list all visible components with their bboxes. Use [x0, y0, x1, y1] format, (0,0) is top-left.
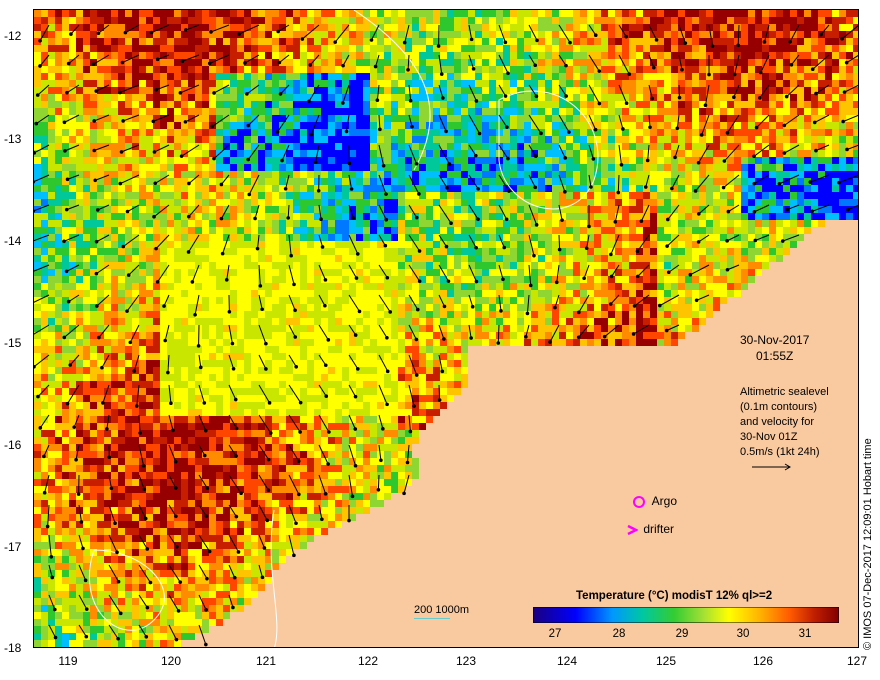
credit-text: © IMOS 07-Dec-2017 12:09:01 Hobart time [862, 438, 874, 650]
colorbar-tick: 29 [675, 628, 689, 640]
colorbar-tick: 28 [612, 628, 626, 640]
y-tick-label: -13 [4, 132, 22, 146]
x-tick-label: 120 [160, 654, 182, 668]
colorbar-tick: 30 [736, 628, 750, 640]
argo-legend: Argo [633, 494, 677, 508]
drifter-legend: drifter [626, 522, 674, 536]
x-tick-label: 119 [58, 654, 78, 668]
timestamp: 30-Nov-2017 01:55Z [740, 332, 809, 364]
colorbar-title: Temperature (°C) modisT 12% ql>=2 [576, 590, 773, 602]
x-tick-label: 123 [455, 654, 477, 668]
y-tick-label: -14 [4, 234, 22, 248]
colorbar-tick: 27 [548, 628, 562, 640]
timestamp-time: 01:55Z [756, 349, 794, 363]
drifter-chevron-icon [627, 524, 639, 535]
altimetry-note-line: 0.5m/s (1kt 24h) [740, 446, 820, 458]
sst-map [33, 9, 859, 648]
x-tick-label: 122 [357, 654, 379, 668]
y-tick-label: -18 [4, 641, 22, 655]
colorbar-tick: 31 [798, 628, 812, 640]
temperature-colorbar [533, 607, 839, 623]
altimetry-note: Altimetric sealevel (0.1m contours) and … [740, 385, 829, 477]
y-tick-label: -15 [4, 336, 22, 350]
sst-field [34, 10, 858, 647]
x-tick-label: 127 [846, 654, 868, 668]
x-tick-label: 126 [752, 654, 774, 668]
drifter-label: drifter [643, 522, 675, 536]
altimetry-note-line: Altimetric sealevel [740, 386, 829, 398]
sst-cells [34, 10, 858, 647]
y-tick-label: -17 [4, 540, 22, 554]
y-tick-label: -12 [4, 29, 22, 43]
altimetry-note-line: 30-Nov 01Z [740, 431, 798, 443]
bathymetry-label: 200 1000m [414, 604, 470, 616]
bathymetry-legend: 200 1000m [414, 604, 469, 619]
argo-circle-icon [633, 495, 645, 508]
x-tick-label: 125 [655, 654, 677, 668]
bathymetry-line-icon [414, 618, 450, 619]
altimetry-note-line: and velocity for [740, 416, 814, 428]
argo-label: Argo [651, 494, 678, 508]
x-tick-label: 121 [255, 654, 277, 668]
timestamp-date: 30-Nov-2017 [740, 333, 810, 347]
altimetry-note-line: (0.1m contours) [740, 401, 818, 413]
x-tick-label: 124 [556, 654, 578, 668]
velocity-scale-arrow [752, 463, 791, 471]
y-tick-label: -16 [4, 438, 22, 452]
